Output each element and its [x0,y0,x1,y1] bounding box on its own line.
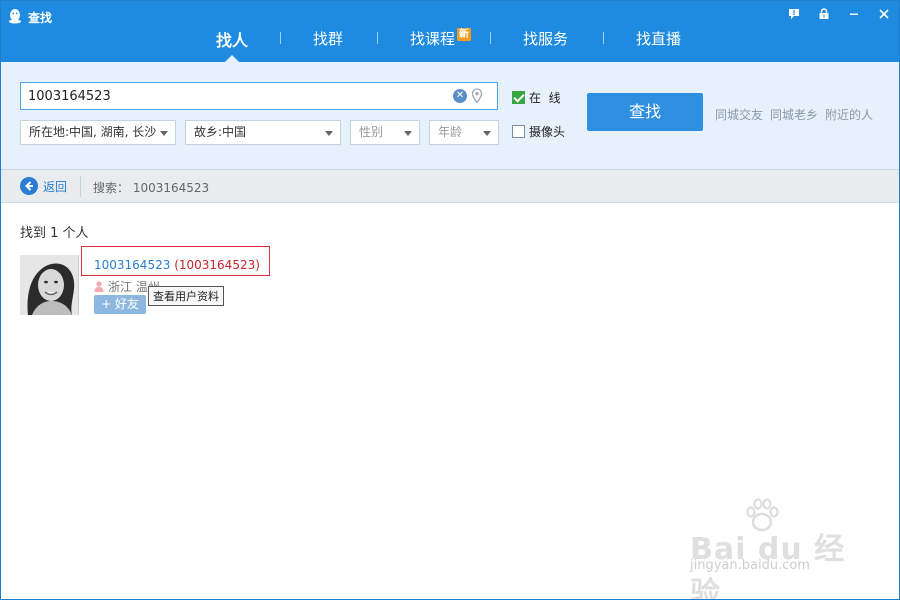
hometown-dropdown[interactable]: 故乡:中国 [185,120,341,145]
camera-checkbox-row[interactable]: 摄像头 [512,123,565,140]
gender-dropdown-value: 性别 [359,125,384,139]
search-box: ✕ [20,82,498,110]
age-dropdown-value: 年龄 [438,125,463,139]
new-badge: 新 [457,28,472,41]
hometown-dropdown-value: 故乡:中国 [194,125,247,139]
window-controls [784,4,894,24]
tab-separator [490,32,491,44]
quick-link-same-city-dating[interactable]: 同城交友 [715,106,763,123]
breadcrumb: 返回 搜索： 1003164523 [0,170,900,203]
breadcrumb-separator [80,176,81,197]
chevron-down-icon [483,131,491,136]
back-button[interactable]: 返回 [20,177,67,195]
location-dropdown-value: 所在地:中国, 湖南, 长沙 [29,125,157,139]
minimize-icon[interactable] [844,4,864,24]
tab-find-live[interactable]: 找直播 [636,28,681,49]
list-item: 1003164523 (1003164523) 浙江 温州 + 好友 查看用户资… [20,246,320,315]
tab-separator [603,32,604,44]
user-id: 1003164523 [94,258,171,272]
quick-links: 同城交友 同城老乡 附近的人 [715,106,873,123]
search-crumb-text: 搜索： 1003164523 [93,181,210,195]
close-icon[interactable] [874,4,894,24]
location-dropdown[interactable]: 所在地:中国, 湖南, 长沙 [20,120,176,145]
tab-bar: 找人 找群 找课程新 找服务 找直播 [0,22,900,62]
tab-find-course-label: 找课程 [410,30,456,48]
add-friend-button[interactable]: + 好友 [94,295,146,314]
watermark-url: jingyan.baidu.com [690,558,810,573]
online-checkbox-label: 在 线 [529,91,561,105]
online-checkbox-row[interactable]: 在 线 [512,89,561,106]
camera-checkbox[interactable] [512,125,525,138]
chevron-down-icon [404,131,412,136]
avatar[interactable] [20,255,79,315]
chevron-down-icon [160,131,168,136]
baidu-watermark: Bai du 经验 jingyan.baidu.com [690,498,860,600]
tab-find-people[interactable]: 找人 [216,27,248,51]
age-dropdown[interactable]: 年龄 [429,120,499,145]
tooltip: 查看用户资料 [148,286,224,306]
search-panel: ✕ 所在地:中国, 湖南, 长沙 故乡:中国 性别 年龄 在 线 摄像头 查找 … [0,62,900,170]
result-count: 找到 1 个人 [20,226,89,241]
back-button-label: 返回 [43,179,68,194]
camera-checkbox-label: 摄像头 [529,125,566,139]
online-checkbox[interactable] [512,91,525,104]
find-button[interactable]: 查找 [587,93,703,131]
active-tab-indicator [225,55,239,62]
search-input[interactable] [21,83,441,109]
tab-find-course[interactable]: 找课程新 [410,28,472,49]
tab-separator [377,32,378,44]
tab-separator [280,32,281,44]
tab-find-group[interactable]: 找群 [313,28,343,49]
user-id-link[interactable]: 1003164523 (1003164523) [94,258,260,272]
gender-dropdown[interactable]: 性别 [350,120,420,145]
tab-find-service[interactable]: 找服务 [523,28,568,49]
arrow-left-icon [20,177,38,195]
female-user-icon [94,281,104,292]
quick-link-nearby-people[interactable]: 附近的人 [825,106,873,123]
chevron-down-icon [325,131,333,136]
quick-link-same-city-hometown[interactable]: 同城老乡 [770,106,818,123]
feedback-icon[interactable] [784,4,804,24]
title-bar: 查找 找人 找群 找课程新 找服务 找直播 [0,0,900,62]
user-nickname: (1003164523) [174,258,260,272]
location-pin-icon[interactable] [471,88,483,104]
lock-icon[interactable] [814,4,834,24]
clear-icon[interactable]: ✕ [453,89,467,103]
